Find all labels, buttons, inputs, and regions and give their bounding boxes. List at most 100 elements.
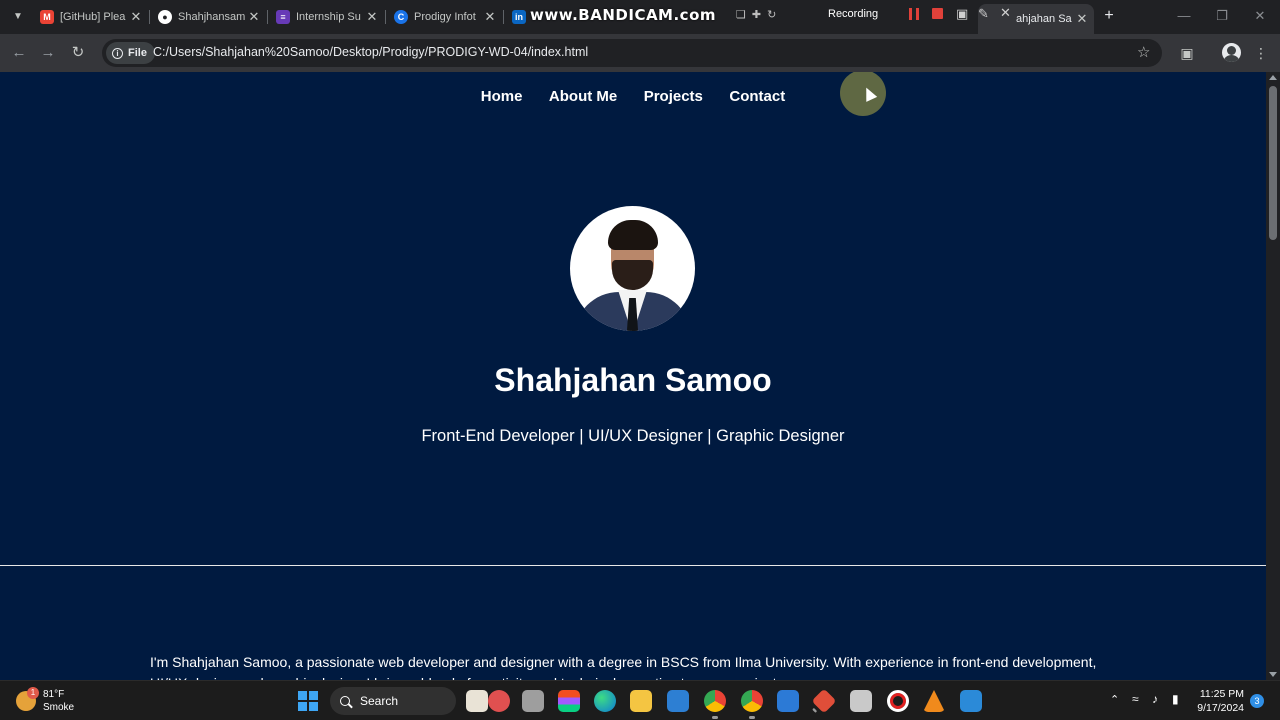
back-button[interactable]: ←: [8, 42, 30, 64]
notification-badge[interactable]: 3: [1250, 694, 1264, 708]
chrome-icon[interactable]: [704, 690, 726, 719]
snipping-tool-icon[interactable]: [850, 690, 872, 712]
search-icon: [340, 696, 350, 706]
nav-contact[interactable]: Contact: [729, 88, 785, 105]
nav-projects[interactable]: Projects: [644, 88, 703, 105]
clock-date: 9/17/2024: [1197, 702, 1244, 714]
close-icon[interactable]: ✕: [482, 9, 498, 25]
weather-desc: Smoke: [43, 702, 75, 713]
scroll-up-icon[interactable]: [1269, 75, 1277, 80]
hero-tagline: Front-End Developer | UI/UX Designer | G…: [421, 427, 845, 445]
site-info-chip[interactable]: i File: [106, 42, 155, 64]
bandicam-overlay: www.BANDICAM.com ❏✚↻ Recording ▣ ✎ ✕: [530, 3, 1020, 27]
forms-icon: ≡: [276, 10, 290, 24]
windows-logo-icon: [298, 702, 307, 711]
bookmark-star-icon[interactable]: ☆: [1137, 43, 1150, 61]
close-icon[interactable]: ✕: [128, 9, 144, 25]
tab-strip: ▼ M [GitHub] Plea ✕ ● Shahjhansam ✕ ≡ In…: [0, 0, 1280, 34]
tab-title: [GitHub] Plea: [60, 11, 126, 23]
vlc-icon[interactable]: [923, 690, 945, 712]
photo-beard: [612, 260, 653, 290]
close-window-button[interactable]: ✕: [1248, 6, 1272, 26]
chip-label: File: [128, 47, 147, 59]
close-icon[interactable]: ✕: [246, 9, 262, 25]
page-viewport: Home About Me Projects Contact Shahjahan…: [0, 72, 1266, 680]
windows-logo-icon: [309, 691, 318, 700]
close-icon[interactable]: ✕: [364, 9, 380, 25]
tab-search-button[interactable]: ▼: [8, 7, 28, 27]
weather-icon: 1: [16, 687, 39, 711]
tab-title: Prodigy Infot: [414, 11, 476, 23]
close-icon[interactable]: ✕: [1000, 5, 1011, 21]
bandicam-tools-icon[interactable]: ❏✚↻: [736, 8, 782, 21]
pause-icon[interactable]: [909, 8, 919, 20]
tab-title: ahjahan Sa: [1016, 13, 1072, 25]
github-icon: ●: [158, 10, 172, 24]
tab-internship[interactable]: ≡ Internship Su ✕: [268, 4, 384, 30]
start-button[interactable]: [298, 691, 318, 711]
menu-icon[interactable]: ⋮: [1251, 43, 1271, 63]
photo-hair: [608, 220, 658, 250]
stop-icon[interactable]: [932, 8, 943, 19]
info-icon: i: [112, 47, 123, 59]
hero-name: Shahjahan Samoo: [494, 362, 772, 398]
taskbar-clock[interactable]: 11:25 PM 9/17/2024: [1196, 687, 1244, 715]
wifi-icon[interactable]: ≈: [1132, 692, 1139, 706]
address-bar[interactable]: i File C:/Users/Shahjahan%20Samoo/Deskto…: [102, 39, 1162, 67]
reload-button[interactable]: ↻: [67, 42, 89, 64]
taskbar-app-taskview-icon[interactable]: [522, 690, 544, 712]
new-tab-button[interactable]: +: [1100, 7, 1118, 25]
windows-logo-icon: [298, 691, 307, 700]
nav-home[interactable]: Home: [481, 88, 523, 105]
search-label: Search: [360, 694, 399, 708]
profile-photo: [570, 206, 695, 331]
browser-toolbar: ← → ↻ i File C:/Users/Shahjahan%20Samoo/…: [0, 34, 1280, 72]
nav-about[interactable]: About Me: [549, 88, 617, 105]
tab-title: Internship Su: [296, 11, 361, 23]
clock-time: 11:25 PM: [1199, 688, 1244, 700]
file-explorer-icon[interactable]: [630, 690, 652, 712]
close-icon[interactable]: ✕: [1074, 11, 1090, 27]
linkedin-icon: in: [512, 10, 526, 24]
scrollbar-thumb[interactable]: [1269, 86, 1277, 240]
section-divider: [0, 565, 1266, 566]
taskbar-app-antivirus-icon[interactable]: [488, 690, 510, 712]
tab-prodigy[interactable]: C Prodigy Infot ✕: [386, 4, 502, 30]
page-scrollbar[interactable]: [1266, 72, 1280, 680]
tab-github-mail[interactable]: M [GitHub] Plea ✕: [32, 4, 148, 30]
url-text[interactable]: C:/Users/Shahjahan%20Samoo/Desktop/Prodi…: [153, 45, 588, 59]
profile-avatar-icon[interactable]: [1222, 43, 1241, 62]
weather-badge: 1: [27, 687, 39, 699]
weather-widget[interactable]: 1 81°F Smoke: [16, 687, 74, 715]
bandicam-logo: www.BANDICAM.com: [530, 6, 717, 24]
recording-status: Recording: [828, 8, 879, 20]
prodigy-icon: C: [394, 10, 408, 24]
notepad-icon[interactable]: [777, 690, 799, 712]
windows-logo-icon: [309, 702, 318, 711]
bandicam-record-icon[interactable]: [887, 690, 909, 712]
tray-overflow-icon[interactable]: ⌃: [1110, 693, 1119, 706]
git-icon[interactable]: [811, 688, 837, 714]
pen-icon[interactable]: ✎: [978, 6, 989, 22]
gmail-icon: M: [40, 10, 54, 24]
figma-icon[interactable]: [558, 690, 580, 712]
windows-taskbar: 1 81°F Smoke Search ⌃ ≈ ♪ ▮ 11:25 PM 9/1…: [0, 680, 1280, 720]
taskbar-search[interactable]: Search: [330, 687, 456, 715]
scroll-down-icon[interactable]: [1269, 672, 1277, 677]
camera-icon[interactable]: ▣: [956, 6, 968, 22]
about-paragraph: I'm Shahjahan Samoo, a passionate web de…: [150, 654, 1097, 680]
tab-github[interactable]: ● Shahjhansam ✕: [150, 4, 266, 30]
store-icon[interactable]: [667, 690, 689, 712]
battery-icon[interactable]: ▮: [1172, 692, 1179, 706]
minimize-button[interactable]: —: [1172, 6, 1196, 26]
forward-button[interactable]: →: [37, 42, 59, 64]
volume-icon[interactable]: ♪: [1152, 692, 1158, 706]
chrome-profile-icon[interactable]: [741, 690, 763, 719]
edge-icon[interactable]: [594, 690, 616, 712]
vscode-icon[interactable]: [960, 690, 982, 712]
extensions-icon[interactable]: ▣: [1177, 43, 1197, 63]
weather-temp: 81°F: [43, 689, 65, 700]
maximize-button[interactable]: ❐: [1210, 6, 1234, 26]
taskbar-app-notes-icon[interactable]: [466, 690, 488, 712]
tab-title: Shahjhansam: [178, 11, 246, 23]
